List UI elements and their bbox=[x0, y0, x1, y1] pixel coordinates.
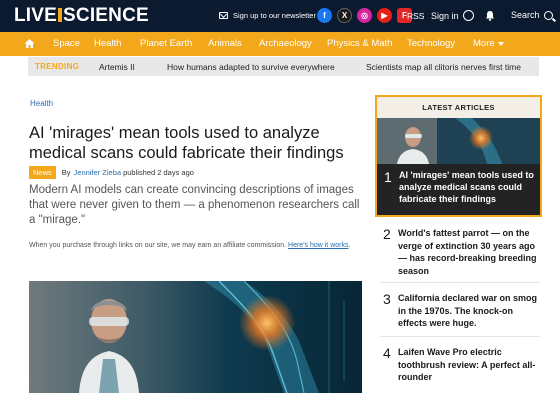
search-label: Search bbox=[511, 10, 540, 20]
latest-article-rank: 4 bbox=[383, 345, 391, 361]
site-logo[interactable]: LIVE SCIENCE bbox=[14, 5, 149, 27]
latest-article-title: AI 'mirages' mean tools used to analyze … bbox=[399, 170, 534, 204]
latest-articles-heading: LATEST ARTICLES bbox=[377, 97, 540, 118]
user-icon bbox=[462, 10, 474, 21]
affiliate-link[interactable]: Here's how it works bbox=[288, 242, 348, 249]
nav-item-planet-earth[interactable]: Planet Earth bbox=[140, 38, 192, 49]
article-standfirst: Modern AI models can create convincing d… bbox=[29, 184, 360, 226]
bell-icon[interactable] bbox=[485, 10, 495, 21]
facebook-icon[interactable]: f bbox=[317, 8, 332, 23]
instagram-icon[interactable]: ◎ bbox=[357, 8, 372, 23]
newsletter-label: Sign up to our newsletter bbox=[233, 11, 316, 20]
sign-in-button[interactable]: Sign in bbox=[431, 10, 474, 21]
rss-link[interactable]: RSS bbox=[407, 11, 424, 21]
nav-item-space[interactable]: Space bbox=[53, 38, 80, 49]
chevron-down-icon bbox=[497, 41, 504, 46]
news-badge: News bbox=[29, 166, 56, 179]
youtube-icon[interactable]: ▶ bbox=[377, 8, 392, 23]
byline-by: By bbox=[61, 168, 71, 177]
search-button[interactable]: Search bbox=[511, 10, 553, 20]
latest-article-rank: 3 bbox=[383, 291, 391, 307]
social-links: f X ◎ ▶ F bbox=[317, 8, 412, 23]
logo-part-science: SCIENCE bbox=[63, 5, 149, 26]
trending-item[interactable]: How humans adapted to survive everywhere bbox=[167, 62, 335, 72]
latest-article-rank: 2 bbox=[383, 226, 391, 242]
home-icon[interactable] bbox=[24, 38, 35, 49]
publish-date: published 2 days ago bbox=[123, 168, 194, 177]
nav-more-dropdown[interactable]: More bbox=[473, 38, 504, 49]
trending-item[interactable]: Artemis II bbox=[99, 62, 135, 72]
affiliate-text: When you purchase through links on our s… bbox=[29, 242, 287, 249]
article-title: AI 'mirages' mean tools used to analyze … bbox=[29, 124, 344, 162]
search-icon bbox=[543, 10, 553, 20]
latest-article-title: Laifen Wave Pro electric toothbrush revi… bbox=[398, 347, 536, 382]
nav-more-label: More bbox=[473, 38, 495, 49]
nav-item-animals[interactable]: Animals bbox=[208, 38, 242, 49]
divider bbox=[380, 282, 540, 283]
latest-article-rank: 1 bbox=[384, 169, 392, 185]
trending-bar: TRENDING Artemis II How humans adapted t… bbox=[28, 57, 539, 76]
byline: News By Jennifer Zieba published 2 days … bbox=[29, 166, 194, 179]
affiliate-end: . bbox=[348, 242, 351, 249]
divider bbox=[380, 336, 540, 337]
top-bar: LIVE SCIENCE Sign up to our newsletter f … bbox=[0, 0, 560, 32]
trending-item[interactable]: Scientists map all clitoris nerves first… bbox=[366, 62, 521, 72]
affiliate-disclaimer: When you purchase through links on our s… bbox=[29, 240, 359, 251]
x-icon[interactable]: X bbox=[337, 8, 352, 23]
sign-in-label: Sign in bbox=[431, 10, 459, 21]
hero-image bbox=[29, 281, 362, 393]
trending-label: TRENDING bbox=[35, 62, 80, 71]
main-nav: Space Health Planet Earth Animals Archae… bbox=[0, 32, 560, 56]
latest-article-item[interactable]: 1 AI 'mirages' mean tools used to analyz… bbox=[377, 164, 540, 215]
latest-articles-panel: LATEST ARTICLES 1 AI 'mirages' mean tool… bbox=[375, 95, 542, 217]
logo-mark bbox=[58, 8, 63, 22]
nav-item-archaeology[interactable]: Archaeology bbox=[259, 38, 312, 49]
author-link[interactable]: Jennifer Zieba bbox=[74, 168, 122, 177]
latest-article-title: World's fattest parrot — on the verge of… bbox=[398, 228, 537, 276]
logo-part-live: LIVE bbox=[14, 5, 58, 26]
nav-item-health[interactable]: Health bbox=[94, 38, 121, 49]
nav-item-physics-math[interactable]: Physics & Math bbox=[327, 38, 392, 49]
envelope-icon bbox=[219, 12, 228, 19]
latest-article-title: California declared war on smog in the 1… bbox=[398, 293, 538, 328]
nav-item-technology[interactable]: Technology bbox=[407, 38, 455, 49]
latest-article-thumbnail[interactable] bbox=[377, 118, 540, 164]
newsletter-signup-link[interactable]: Sign up to our newsletter bbox=[219, 11, 316, 20]
breadcrumb-category[interactable]: Health bbox=[30, 99, 53, 108]
